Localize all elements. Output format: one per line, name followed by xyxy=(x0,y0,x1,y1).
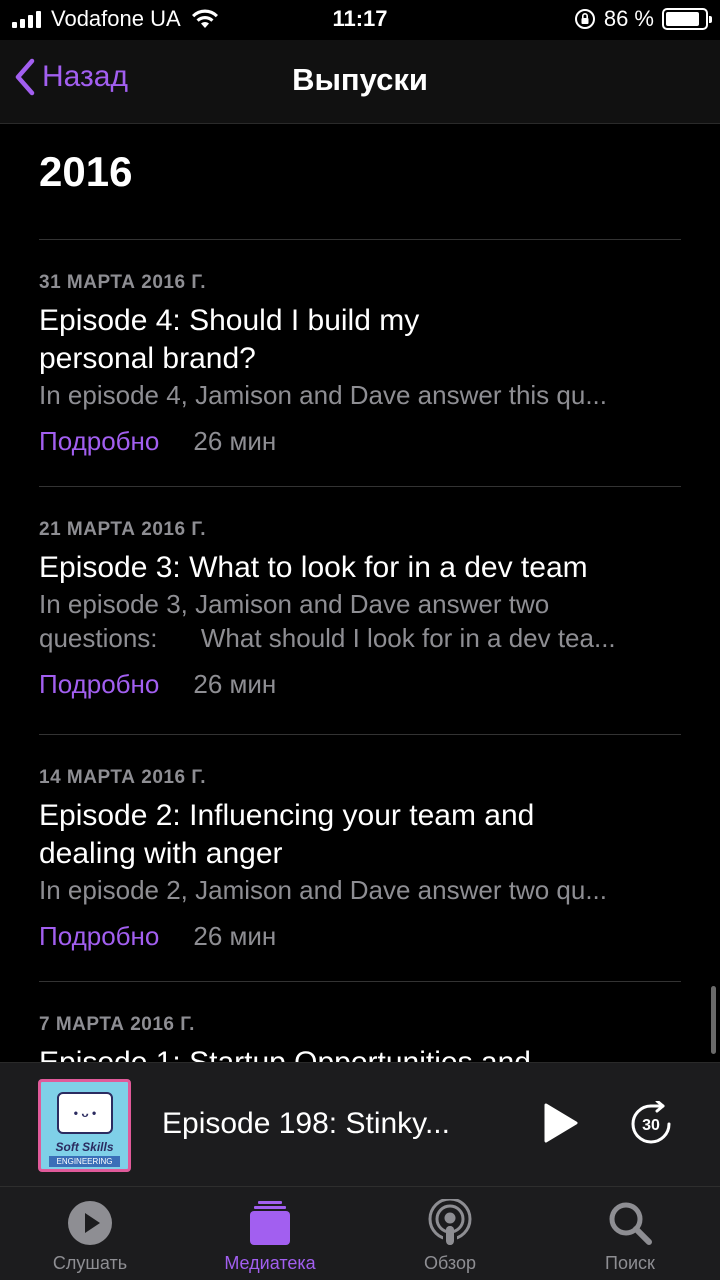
tab-label: Медиатека xyxy=(224,1253,316,1273)
episode-meta: Подробно 26 мин xyxy=(39,919,684,953)
podcast-artwork[interactable]: • ᴗ • Soft Skills ENGINEERING xyxy=(38,1079,131,1172)
status-right: 86 % xyxy=(574,6,712,32)
episode-duration: 26 мин xyxy=(193,668,277,699)
tab-bar: Слушать Медиатека Обзор Поиск xyxy=(0,1186,720,1280)
episode-item[interactable]: 7 МАРТА 2016 Г. Episode 1: Startup Oppor… xyxy=(39,1012,684,1062)
episode-meta: Подробно 26 мин xyxy=(39,667,684,701)
episode-title: Episode 3: What to look for in a dev tea… xyxy=(39,551,588,584)
artwork-subtitle: ENGINEERING xyxy=(49,1156,120,1167)
episode-list[interactable]: 2016 31 МАРТА 2016 Г. Episode 4: Should … xyxy=(0,124,720,1062)
tab-browse[interactable]: Обзор xyxy=(360,1187,540,1280)
episode-item[interactable]: 21 МАРТА 2016 Г. Episode 3: What to look… xyxy=(39,517,684,701)
tab-listen-now[interactable]: Слушать xyxy=(0,1187,180,1280)
tab-label: Поиск xyxy=(605,1253,655,1273)
play-button[interactable] xyxy=(540,1101,580,1145)
episode-description: In episode 3, Jamison and Dave answer tw… xyxy=(39,589,616,653)
details-link[interactable]: Подробно xyxy=(39,426,159,457)
divider xyxy=(39,239,681,240)
episode-duration: 26 мин xyxy=(193,425,277,456)
episode-meta: Подробно 26 мин xyxy=(39,424,684,458)
episode-title: Episode 1: Startup Opportunities and xyxy=(39,1044,684,1062)
episode-item[interactable]: 14 МАРТА 2016 Г. Episode 2: Influencing … xyxy=(39,765,684,953)
smiley-icon: • ᴗ • xyxy=(73,1106,97,1120)
year-heading: 2016 xyxy=(39,148,133,195)
tab-label: Слушать xyxy=(52,1253,128,1273)
speech-bubble-icon: • ᴗ • xyxy=(57,1092,113,1134)
details-link[interactable]: Подробно xyxy=(39,921,159,952)
podcast-icon xyxy=(428,1199,472,1245)
tab-label: Обзор xyxy=(424,1253,476,1273)
divider xyxy=(39,734,681,735)
episode-duration: 26 мин xyxy=(193,920,277,951)
mini-player[interactable]: • ᴗ • Soft Skills ENGINEERING Episode 19… xyxy=(0,1062,720,1186)
now-playing-title[interactable]: Episode 198: Stinky... xyxy=(162,1107,492,1141)
search-icon xyxy=(609,1202,652,1245)
battery-icon xyxy=(662,8,712,30)
episode-title: Episode 2: Influencing your team and dea… xyxy=(39,799,535,870)
library-icon xyxy=(250,1201,290,1245)
episode-date: 31 МАРТА 2016 Г. xyxy=(39,272,207,293)
episode-date: 7 МАРТА 2016 Г. xyxy=(39,1014,195,1035)
episode-date: 21 МАРТА 2016 Г. xyxy=(39,519,207,540)
battery-level xyxy=(666,12,699,26)
page-title: Выпуски xyxy=(292,62,428,97)
skip-forward-30-button[interactable]: 30 xyxy=(628,1101,674,1147)
battery-percent: 86 % xyxy=(603,6,654,31)
episode-description: In episode 4, Jamison and Dave answer th… xyxy=(39,380,607,410)
orientation-lock-icon xyxy=(574,9,595,29)
details-link[interactable]: Подробно xyxy=(39,669,159,700)
episode-item[interactable]: 31 МАРТА 2016 Г. Episode 4: Should I bui… xyxy=(39,270,684,458)
status-bar: Vodafone UA 11:17 86 % xyxy=(0,0,720,40)
play-circle-icon xyxy=(68,1201,112,1245)
divider xyxy=(39,981,681,982)
tab-library[interactable]: Медиатека xyxy=(180,1187,360,1280)
episode-description: In episode 2, Jamison and Dave answer tw… xyxy=(39,875,607,905)
artwork-title: Soft Skills xyxy=(55,1140,114,1154)
scroll-indicator[interactable] xyxy=(711,986,716,1054)
navigation-bar: Назад Выпуски xyxy=(0,40,720,124)
episode-title: Episode 4: Should I build my personal br… xyxy=(39,304,420,375)
divider xyxy=(39,486,681,487)
tab-search[interactable]: Поиск xyxy=(540,1187,720,1280)
skip-seconds: 30 xyxy=(642,1117,660,1134)
episode-date: 14 МАРТА 2016 Г. xyxy=(39,767,207,788)
